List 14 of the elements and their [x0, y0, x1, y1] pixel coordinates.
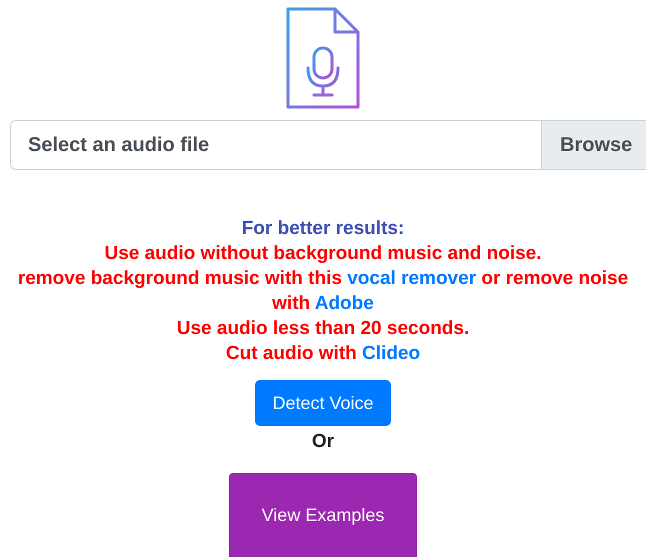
tip-link[interactable]: Adobe	[314, 293, 374, 314]
audio-file-field[interactable]: Select an audio file	[10, 120, 541, 170]
browse-button[interactable]: Browse	[541, 120, 646, 170]
tip-link[interactable]: vocal remover	[347, 268, 476, 289]
tip-link[interactable]: Clideo	[362, 343, 420, 364]
tip-text: Cut audio with Clideo	[226, 342, 420, 366]
tip-text: remove background music with this vocal remover or remove noise with Adobe	[16, 267, 630, 316]
tip-text: Use audio without background music and noise.	[104, 242, 542, 266]
detect-voice-button[interactable]: Detect Voice	[255, 380, 391, 426]
audio-file-icon	[285, 6, 361, 110]
or-separator: Or	[312, 431, 334, 453]
tips-heading: For better results:	[242, 217, 404, 241]
tip-text: Use audio less than 20 seconds.	[176, 317, 470, 341]
view-examples-button[interactable]: View Examples	[229, 473, 417, 557]
